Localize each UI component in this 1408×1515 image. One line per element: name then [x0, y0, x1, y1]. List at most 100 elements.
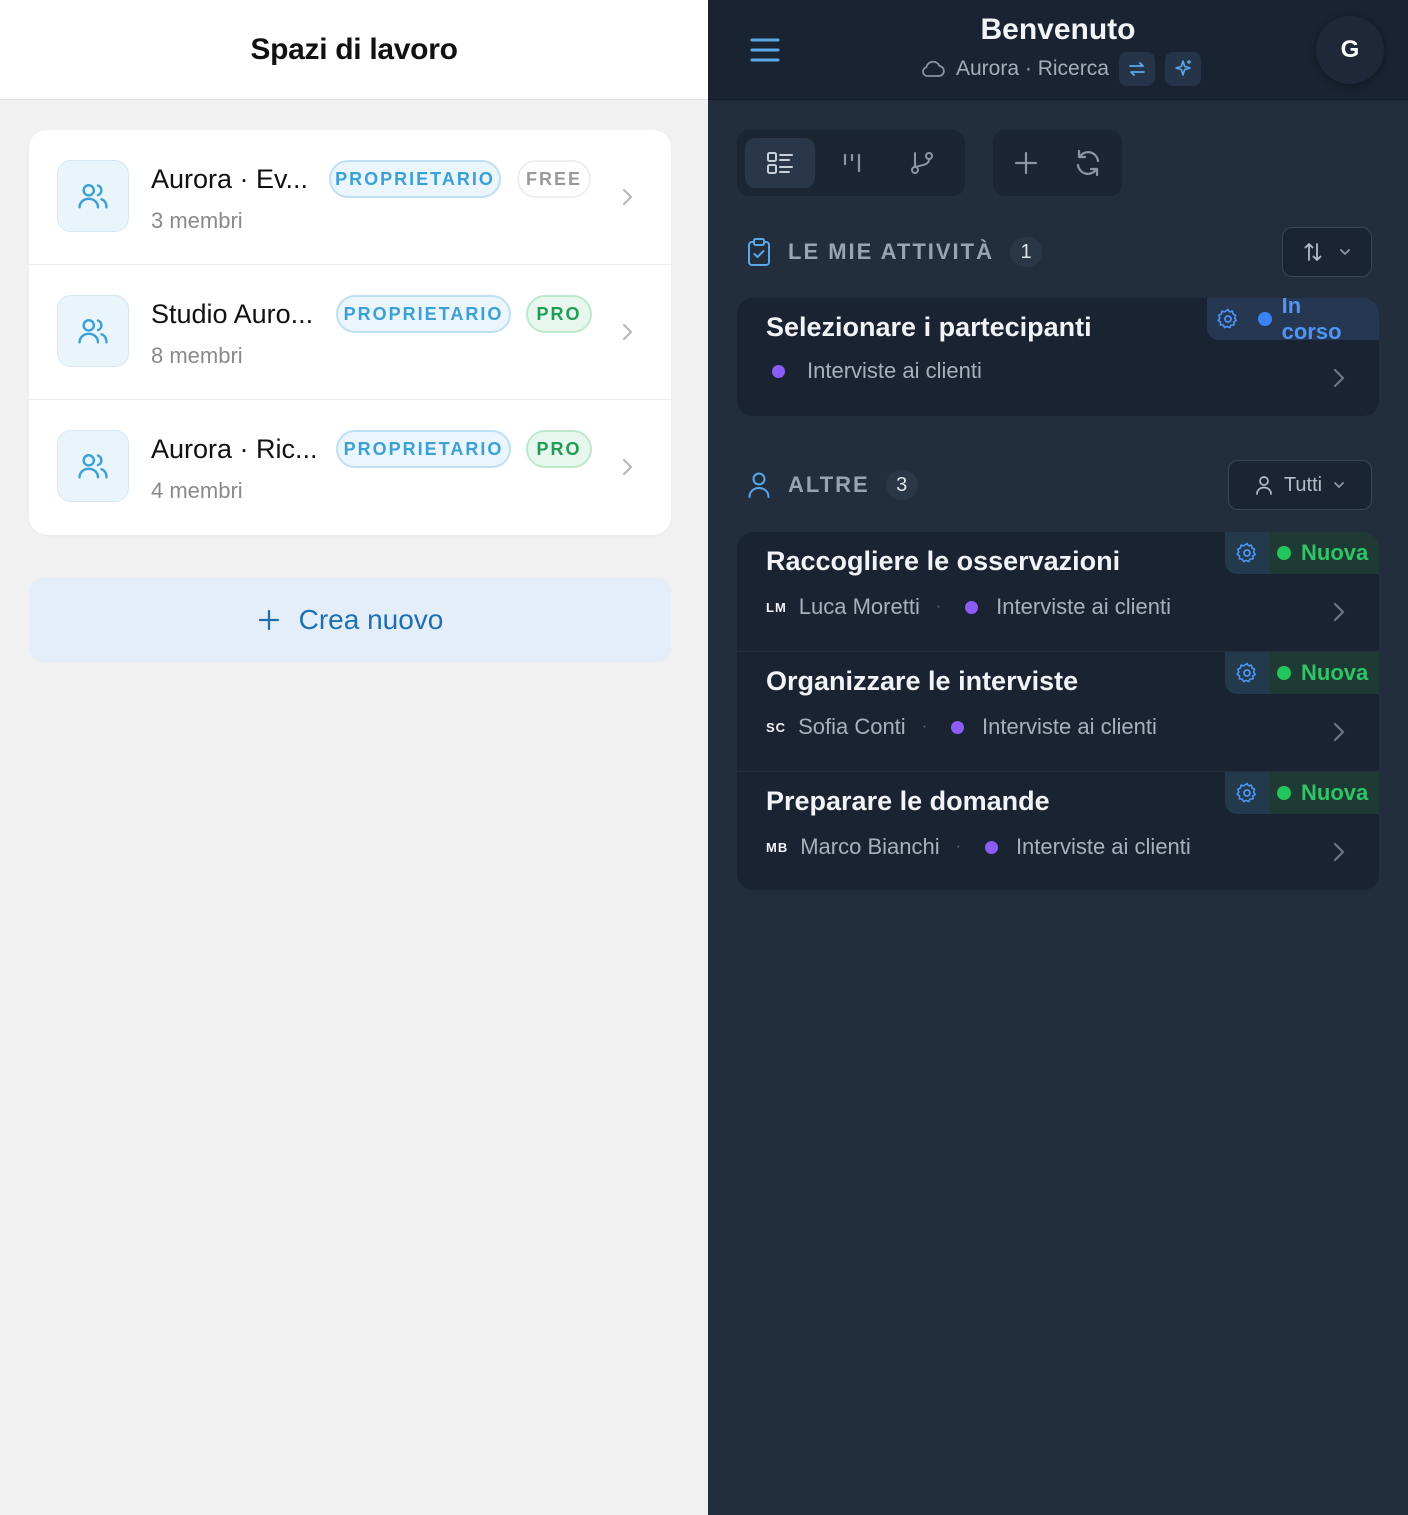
assignee-name: Sofia Conti	[798, 714, 906, 739]
refresh-button[interactable]	[1057, 138, 1119, 188]
status-badge: Nuova	[1225, 652, 1379, 694]
task-title: Raccogliere le osservazioni	[766, 546, 1121, 576]
view-switcher	[737, 130, 965, 196]
project-name: Interviste ai clienti	[807, 358, 982, 383]
task-row[interactable]: Organizzare le interviste SC Sofia Conti…	[737, 652, 1379, 772]
plan-badge: PRO	[526, 430, 592, 468]
page-title: Spazi di lavoro	[250, 32, 458, 66]
chevron-right-icon	[623, 189, 632, 205]
list-view-button[interactable]	[745, 138, 815, 188]
sort-button[interactable]	[1282, 227, 1372, 277]
cloud-icon	[922, 60, 945, 77]
gear-icon	[1225, 532, 1269, 574]
role-badge: PROPRIETARIO	[336, 295, 511, 333]
task-title: Preparare le domande	[766, 786, 1050, 816]
status-body: Nuova	[1269, 652, 1379, 694]
assignee-initials: MB	[766, 839, 789, 855]
user-icon	[1256, 476, 1272, 495]
section-label: ALTRE	[788, 472, 870, 497]
status-text: Nuova	[1301, 540, 1369, 565]
task-meta: Interviste ai clienti	[766, 356, 982, 386]
current-workspace: Aurora · Ricerca	[956, 57, 1109, 80]
workspace-row[interactable]: Aurora · Ric... 4 membri PROPRIETARIO PR…	[29, 400, 671, 535]
task-row[interactable]: Raccogliere le osservazioni LM Luca More…	[737, 532, 1379, 652]
action-toolbar	[993, 130, 1122, 196]
workspace-row[interactable]: Studio Auro... 8 membri PROPRIETARIO PRO	[29, 265, 671, 400]
project-dot	[772, 364, 785, 378]
task-meta: LM Luca Moretti · Interviste ai clienti	[766, 592, 1171, 622]
assignee-initials: LM	[766, 599, 787, 615]
assignee-filter-dropdown[interactable]: Tutti	[1228, 460, 1372, 510]
task-meta: SC Sofia Conti · Interviste ai clienti	[766, 712, 1157, 742]
workspace-row[interactable]: Aurora · Ev... 3 membri PROPRIETARIO FRE…	[29, 130, 671, 265]
task-count: 1	[1010, 237, 1042, 267]
role-badge: PROPRIETARIO	[329, 160, 501, 198]
workspace-name: Studio Auro...	[151, 299, 314, 329]
workspace-members: 8 membri	[151, 343, 243, 368]
switch-workspace-button[interactable]	[1118, 52, 1155, 86]
gear-icon	[1207, 298, 1250, 340]
user-avatar[interactable]: G	[1316, 16, 1384, 84]
task-row[interactable]: Selezionare i partecipanti Interviste ai…	[737, 298, 1379, 416]
meta-separator: ·	[955, 838, 961, 855]
switch-arrows-icon	[1128, 62, 1145, 76]
sparkle-icon	[1175, 59, 1192, 76]
dashboard-panel: Benvenuto Aurora · Ricerca G LE MIE ATTI…	[708, 0, 1408, 1515]
user-icon	[748, 472, 770, 498]
my-tasks-list: Selezionare i partecipanti Interviste ai…	[737, 298, 1379, 416]
plus-icon	[1014, 151, 1038, 175]
chevron-down-icon	[1340, 249, 1350, 255]
project-name: Interviste ai clienti	[982, 714, 1157, 739]
plan-badge: FREE	[517, 160, 591, 198]
status-body: In corso	[1249, 298, 1379, 344]
workspaces-header: Spazi di lavoro	[0, 0, 708, 100]
other-tasks-list: Raccogliere le osservazioni LM Luca More…	[737, 532, 1379, 890]
gear-icon	[1225, 652, 1269, 694]
plan-badge: PRO	[526, 295, 592, 333]
board-view-button[interactable]	[817, 138, 887, 188]
dashboard-header: Benvenuto Aurora · Ricerca G	[708, 0, 1408, 100]
users-icon	[57, 295, 129, 367]
assignee-initials: SC	[766, 719, 787, 735]
status-body: Nuova	[1269, 532, 1379, 574]
status-dot	[1257, 312, 1272, 326]
task-title: Selezionare i partecipanti	[766, 312, 1092, 342]
status-dot	[1277, 666, 1291, 680]
workspace-members: 4 membri	[151, 478, 243, 503]
chevron-down-icon	[1334, 482, 1344, 488]
chevron-right-icon	[1333, 368, 1345, 388]
workspace-name: Aurora · Ric...	[151, 434, 318, 464]
project-dot	[951, 720, 965, 734]
workspaces-panel: Spazi di lavoro Aurora · Ev... 3 membri …	[0, 0, 708, 1515]
filter-label: Tutti	[1283, 473, 1323, 496]
section-label: LE MIE ATTIVITÀ	[788, 239, 994, 264]
refresh-icon	[1076, 149, 1100, 177]
add-task-button[interactable]	[995, 138, 1057, 188]
status-badge: Nuova	[1225, 532, 1379, 574]
task-title: Organizzare le interviste	[766, 666, 1079, 696]
workspace-name: Aurora · Ev...	[151, 164, 309, 194]
workspace-members: 3 membri	[151, 208, 243, 233]
assignee-name: Marco Bianchi	[800, 834, 940, 859]
project-dot	[984, 840, 998, 854]
status-text: Nuova	[1301, 780, 1369, 805]
flow-view-icon	[911, 152, 933, 174]
status-dot	[1277, 546, 1291, 560]
create-label: Crea nuovo	[298, 604, 444, 635]
clipboard-check-icon	[748, 238, 770, 266]
other-tasks-header: ALTRE 3	[746, 465, 918, 505]
create-workspace-button[interactable]: Crea nuovo	[29, 578, 671, 662]
dashboard-title: Benvenuto	[980, 13, 1136, 46]
sort-arrows-icon	[1304, 243, 1322, 261]
role-badge: PROPRIETARIO	[336, 430, 511, 468]
task-row[interactable]: Preparare le domande MB Marco Bianchi · …	[737, 772, 1379, 890]
ai-assistant-button[interactable]	[1164, 52, 1201, 86]
chevron-right-icon	[623, 459, 632, 475]
assignee-name: Luca Moretti	[798, 594, 920, 619]
workspace-switcher: Aurora · Ricerca	[920, 52, 1201, 86]
board-view-icon	[843, 153, 861, 173]
chevron-right-icon	[1333, 602, 1345, 622]
status-body: Nuova	[1269, 772, 1379, 814]
flow-view-button[interactable]	[887, 138, 957, 188]
status-text: Nuova	[1301, 660, 1369, 685]
